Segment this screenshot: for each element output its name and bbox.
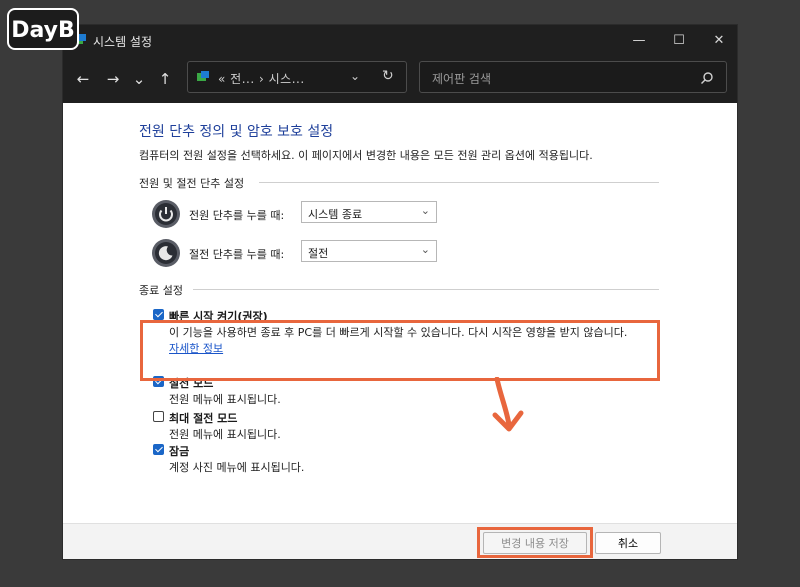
breadcrumb[interactable]: « 전... › 시스... xyxy=(218,70,305,87)
search-input[interactable]: 제어판 검색 xyxy=(419,61,727,93)
group-divider xyxy=(193,289,659,290)
lock-title: 잠금 xyxy=(169,445,190,458)
navigation-bar: ← → ⌄ ↑ « 전... › 시스... ⌄ ↻ 제어판 검색 xyxy=(63,55,737,103)
page-description: 컴퓨터의 전원 설정을 선택하세요. 이 페이지에서 변경한 내용은 모든 전원… xyxy=(139,149,593,162)
window-title: 시스템 설정 xyxy=(93,35,153,49)
power-button-value: 시스템 종료 xyxy=(308,208,363,221)
chevron-down-icon: ⌄ xyxy=(420,243,430,256)
breadcrumb-prefix: « xyxy=(218,72,226,86)
back-button[interactable]: ← xyxy=(73,69,93,89)
title-bar: 시스템 설정 — ☐ ✕ xyxy=(63,25,737,55)
forward-button[interactable]: → xyxy=(103,69,123,89)
dialog-footer: 변경 내용 저장 취소 xyxy=(63,523,737,559)
search-placeholder: 제어판 검색 xyxy=(432,72,492,86)
search-icon[interactable] xyxy=(700,71,714,85)
sleep-icon xyxy=(152,239,180,267)
save-button-highlight xyxy=(477,527,593,558)
power-icon xyxy=(152,200,180,228)
dayb-logo: DayB xyxy=(6,7,80,51)
hibernate-checkbox[interactable] xyxy=(153,411,164,422)
power-group-label: 전원 및 절전 단추 설정 xyxy=(139,177,245,190)
fast-startup-highlight xyxy=(140,320,660,381)
lock-description: 계정 사진 메뉴에 표시됩니다. xyxy=(169,461,305,474)
hibernate-title: 최대 절전 모드 xyxy=(169,412,238,425)
recent-locations-button[interactable]: ⌄ xyxy=(129,69,149,89)
up-button[interactable]: ↑ xyxy=(155,69,175,89)
minimize-button[interactable]: — xyxy=(619,25,659,55)
sleep-button-select[interactable]: 절전 ⌄ xyxy=(301,240,437,262)
close-button[interactable]: ✕ xyxy=(699,25,737,55)
chevron-down-icon[interactable]: ⌄ xyxy=(350,69,360,83)
svg-text:DayB: DayB xyxy=(11,18,75,43)
maximize-button[interactable]: ☐ xyxy=(659,25,699,55)
breadcrumb-item-1[interactable]: 전... xyxy=(230,72,254,86)
system-settings-window: 시스템 설정 — ☐ ✕ ← → ⌄ ↑ « 전... › 시스... ⌄ ↻ … xyxy=(62,24,738,560)
address-bar[interactable]: « 전... › 시스... ⌄ ↻ xyxy=(187,61,407,93)
shutdown-group-label: 종료 설정 xyxy=(139,284,183,297)
hibernate-description: 전원 메뉴에 표시됩니다. xyxy=(169,428,281,441)
sleep-description: 전원 메뉴에 표시됩니다. xyxy=(169,393,281,406)
group-divider xyxy=(259,182,659,183)
sleep-button-label: 절전 단추를 누를 때: xyxy=(189,248,285,261)
breadcrumb-item-2[interactable]: 시스... xyxy=(269,72,305,86)
refresh-icon[interactable]: ↻ xyxy=(382,68,394,84)
chevron-down-icon: ⌄ xyxy=(420,204,430,217)
fast-startup-checkbox[interactable] xyxy=(153,309,164,320)
power-button-select[interactable]: 시스템 종료 ⌄ xyxy=(301,201,437,223)
arrow-down-icon xyxy=(492,377,524,432)
power-button-label: 전원 단추를 누를 때: xyxy=(189,209,285,222)
main-content: 전원 단추 정의 및 암호 보호 설정 컴퓨터의 전원 설정을 선택하세요. 이… xyxy=(63,103,737,523)
lock-checkbox[interactable] xyxy=(153,444,164,455)
cancel-button[interactable]: 취소 xyxy=(595,532,661,554)
control-panel-icon xyxy=(197,71,209,81)
sleep-button-value: 절전 xyxy=(308,247,329,260)
breadcrumb-separator: › xyxy=(258,72,265,86)
page-title: 전원 단추 정의 및 암호 보호 설정 xyxy=(139,124,334,140)
